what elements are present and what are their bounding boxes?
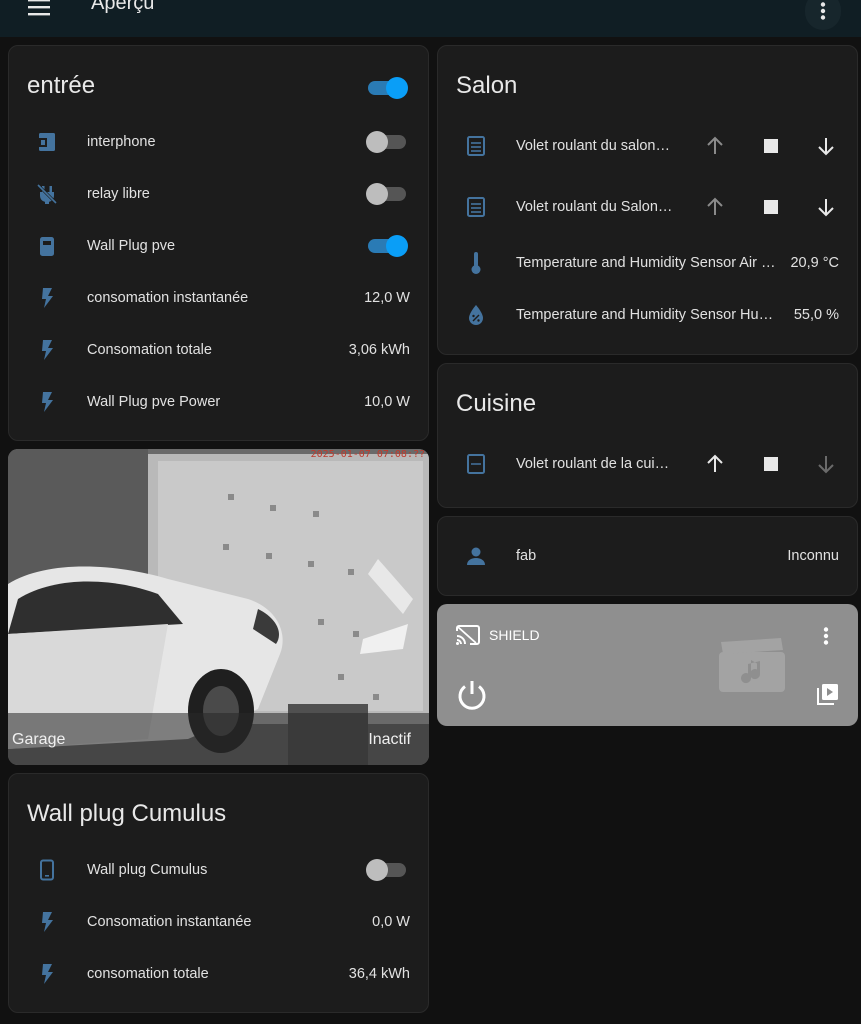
camera-name: Garage [12, 731, 66, 748]
entity-value: 20,9 °C [790, 255, 839, 271]
flash-icon [35, 286, 59, 310]
entity-value: 12,0 W [364, 290, 410, 306]
salon-card: Salon Volet roulant du salon… Volet roul… [437, 45, 858, 355]
entity-label: Consomation totale [87, 342, 212, 358]
page-title: Aperçu [91, 0, 155, 14]
entity-row-consomation-totale[interactable]: consomation totale 36,4 kWh [9, 954, 428, 994]
window-shutter-icon [464, 452, 488, 476]
entity-label: Wall plug Cumulus [87, 862, 208, 878]
door-intercom-icon [35, 130, 59, 154]
entity-row-volet-cuisine[interactable]: Volet roulant de la cui… [438, 444, 857, 484]
stop-icon[interactable] [759, 134, 783, 158]
stop-icon[interactable] [759, 452, 783, 476]
entity-value: 3,06 kWh [348, 342, 410, 358]
entity-row-volet-salon-2[interactable]: Volet roulant du Salon… [438, 187, 857, 227]
window-shutter-icon [464, 195, 488, 219]
entity-row-consomation-instantanee[interactable]: Consomation instantanée 0,0 W [9, 902, 428, 942]
card-title: entrée [27, 72, 96, 99]
account-icon [464, 544, 488, 568]
camera-timestamp: 2025-01-07 07:08:?? [310, 449, 425, 460]
entity-row-temperature[interactable]: Temperature and Humidity Sensor Air … 20… [438, 243, 857, 283]
entity-value: 10,0 W [364, 394, 410, 410]
card-title: Cuisine [456, 390, 537, 417]
wall-plug-cumulus-toggle[interactable] [366, 859, 406, 881]
entity-value: 55,0 % [793, 307, 839, 323]
movie-placeholder-icon [717, 638, 787, 694]
entity-label: consomation instantanée [87, 290, 249, 306]
person-card[interactable]: fab Inconnu [437, 516, 858, 596]
entity-row-volet-salon-1[interactable]: Volet roulant du salon… [438, 126, 857, 166]
entity-label: Consomation instantanée [87, 914, 252, 930]
card-title: Salon [456, 72, 518, 99]
camera-feed-garage[interactable]: 2025-01-07 07:08:?? Garage Inactif [8, 449, 429, 765]
media-browse-icon[interactable] [816, 682, 842, 708]
flash-icon [35, 338, 59, 362]
entity-label: Volet roulant de la cui… [516, 456, 670, 472]
entity-row-consomation-totale[interactable]: Consomation totale 3,06 kWh [9, 330, 428, 370]
entity-row-person-fab[interactable]: fab Inconnu [438, 536, 857, 576]
cover-controls [703, 444, 843, 484]
entree-main-toggle[interactable] [368, 77, 408, 99]
thermometer-icon [464, 251, 488, 275]
menu-icon[interactable] [26, 0, 52, 20]
entity-row-wall-plug-cumulus[interactable]: Wall plug Cumulus [9, 850, 428, 890]
entity-label: Wall Plug pve Power [87, 394, 221, 410]
stop-icon[interactable] [759, 195, 783, 219]
cuisine-card: Cuisine Volet roulant de la cui… [437, 363, 858, 508]
entity-label: interphone [87, 134, 156, 150]
entity-row-interphone[interactable]: interphone [9, 122, 428, 162]
socket-icon [35, 234, 59, 258]
interphone-toggle[interactable] [366, 131, 406, 153]
entity-value: Inconnu [787, 548, 839, 564]
cover-controls [703, 126, 843, 166]
entity-label: relay libre [87, 186, 150, 202]
card-title: Wall plug Cumulus [27, 800, 227, 827]
more-vertical-icon[interactable] [818, 624, 834, 648]
entity-label: Volet roulant du salon… [516, 138, 670, 154]
cast-icon [455, 624, 483, 648]
entity-label: Temperature and Humidity Sensor Hu… [516, 307, 774, 323]
media-player-card[interactable]: SHIELD [437, 604, 858, 726]
entity-label: Volet roulant du Salon… [516, 199, 673, 215]
entity-row-wall-plug-pve[interactable]: Wall Plug pve [9, 226, 428, 266]
entity-label: consomation totale [87, 966, 209, 982]
top-app-bar: Aperçu [0, 0, 861, 37]
arrow-up-icon[interactable] [703, 195, 727, 219]
entity-label: fab [516, 548, 537, 564]
power-plug-off-icon [35, 182, 59, 206]
flash-icon [35, 962, 59, 986]
entity-value: 0,0 W [372, 914, 410, 930]
entity-label: Temperature and Humidity Sensor Air … [516, 255, 776, 271]
arrow-down-icon[interactable] [814, 134, 838, 158]
camera-state: Inactif [368, 731, 411, 748]
cellphone-icon [35, 858, 59, 882]
media-player-name: SHIELD [489, 627, 540, 643]
window-shutter-icon [464, 134, 488, 158]
more-vertical-icon[interactable] [805, 0, 841, 30]
arrow-up-icon[interactable] [703, 452, 727, 476]
entity-label: Wall Plug pve [87, 238, 176, 254]
flash-icon [35, 910, 59, 934]
water-percent-icon [464, 303, 488, 327]
arrow-down-icon[interactable] [814, 195, 838, 219]
cover-controls [703, 187, 843, 227]
entity-row-consomation-instantanee[interactable]: consomation instantanée 12,0 W [9, 278, 428, 318]
entity-value: 36,4 kWh [348, 966, 410, 982]
arrow-up-icon[interactable] [703, 134, 727, 158]
flash-icon [35, 390, 59, 414]
entity-row-relay-libre[interactable]: relay libre [9, 174, 428, 214]
entity-row-humidity[interactable]: Temperature and Humidity Sensor Hu… 55,0… [438, 295, 857, 335]
cumulus-card: Wall plug Cumulus Wall plug Cumulus Cons… [8, 773, 429, 1013]
arrow-down-icon[interactable] [814, 452, 838, 476]
camera-footer [8, 713, 429, 765]
wall-plug-pve-toggle[interactable] [368, 235, 408, 257]
relay-libre-toggle[interactable] [366, 183, 406, 205]
entity-row-wall-plug-pve-power[interactable]: Wall Plug pve Power 10,0 W [9, 382, 428, 422]
power-icon[interactable] [455, 678, 489, 712]
entree-card: entrée interphone relay libre Wall Plug … [8, 45, 429, 441]
